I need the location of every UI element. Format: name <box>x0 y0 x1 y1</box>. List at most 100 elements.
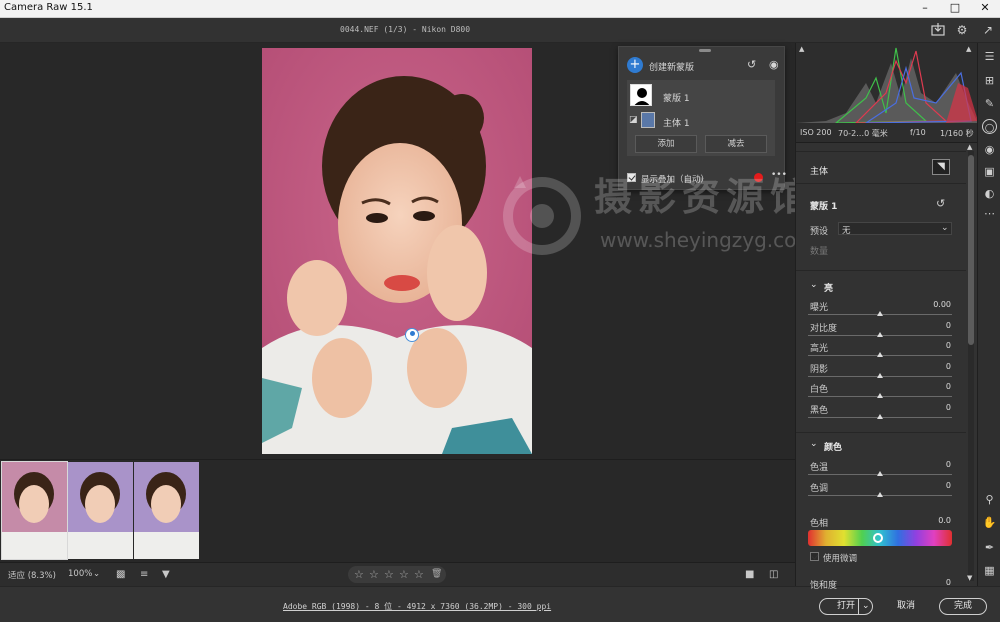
slider-track[interactable] <box>808 491 952 497</box>
slider-knob[interactable] <box>877 393 883 398</box>
filmstrip-view-icon[interactable]: ▩ <box>116 569 125 580</box>
scroll-down-icon[interactable]: ▼ <box>967 574 972 582</box>
hue-slider[interactable] <box>808 530 952 546</box>
zoom-icon[interactable]: ⚲ <box>982 492 997 507</box>
slider-value[interactable]: 0 <box>921 481 951 492</box>
layers-icon[interactable]: ▣ <box>982 164 997 179</box>
film-thumbnail-1[interactable] <box>1 461 68 560</box>
single-view-icon[interactable]: ■ <box>745 569 754 580</box>
color-section-title[interactable]: 颜色 <box>824 440 842 453</box>
minimize-button[interactable]: – <box>910 0 940 18</box>
slider-knob[interactable] <box>877 352 883 357</box>
slider-knob[interactable] <box>877 491 883 497</box>
scrollbar-thumb[interactable] <box>968 155 974 345</box>
save-icon[interactable] <box>930 22 946 38</box>
hue-label: 色相 <box>810 519 829 529</box>
maximize-button[interactable]: □ <box>940 0 970 18</box>
slider-value[interactable]: 0 <box>921 321 951 332</box>
reset-icon[interactable]: ↺ <box>936 197 945 210</box>
slider-knob[interactable] <box>877 372 883 378</box>
slider-value[interactable]: 0 <box>921 341 951 352</box>
light-section-title[interactable]: 亮 <box>824 281 833 294</box>
filter-icon[interactable]: ▼ <box>162 569 170 580</box>
workflow-options-link[interactable]: Adobe RGB (1998) - 8 位 - 4912 x 7360 (36… <box>283 601 551 612</box>
saturation-value[interactable]: 0 <box>921 578 951 589</box>
trash-icon[interactable]: 🗑 <box>431 569 442 579</box>
slider-track[interactable] <box>808 413 952 419</box>
eyedropper-icon[interactable]: ✒ <box>982 540 997 555</box>
slider-track[interactable] <box>808 372 952 378</box>
subtract-button[interactable]: 减去 <box>705 135 767 153</box>
overlay-checkbox[interactable] <box>627 173 636 182</box>
slider-track[interactable] <box>808 393 952 398</box>
highlight-clip-icon[interactable]: ▲ <box>966 45 971 53</box>
add-button[interactable]: 添加 <box>635 135 697 153</box>
drag-handle[interactable] <box>699 49 711 52</box>
slider-track[interactable] <box>808 352 952 357</box>
more-icon[interactable]: ⋯ <box>982 206 997 221</box>
slider-track[interactable] <box>808 471 952 476</box>
close-button[interactable]: ✕ <box>970 0 1000 18</box>
mask-item-label[interactable]: 蒙版 1 <box>663 91 690 104</box>
cancel-button[interactable]: 取消 <box>884 598 928 615</box>
chevron-down-icon[interactable]: ⌄ <box>810 439 818 449</box>
create-mask-label[interactable]: 创建新蒙版 <box>649 60 694 73</box>
slider-value[interactable]: 0 <box>921 460 951 471</box>
grid-icon[interactable]: ▦ <box>982 563 997 578</box>
hand-icon[interactable]: ✋ <box>982 515 997 530</box>
gear-icon[interactable]: ⚙ <box>954 22 970 38</box>
compare-view-icon[interactable]: ◫ <box>769 569 778 580</box>
chevron-down-icon[interactable]: ⌄ <box>862 599 870 614</box>
scroll-up-icon[interactable]: ▲ <box>967 143 972 151</box>
preset-select[interactable]: 无 ⌄ <box>838 222 952 236</box>
star-icon[interactable]: ☆ <box>399 568 409 581</box>
expand-icon[interactable]: ↗ <box>980 22 996 38</box>
redeye-icon[interactable]: ◉ <box>982 142 997 157</box>
fine-tune-checkbox[interactable] <box>810 552 819 561</box>
main-photo[interactable] <box>262 48 532 454</box>
slider-knob[interactable] <box>877 311 883 316</box>
done-button[interactable]: 完成 <box>939 598 987 615</box>
slider-label: 黑色 <box>810 405 829 416</box>
slider-value[interactable]: 0 <box>921 382 951 393</box>
chevron-down-icon[interactable]: ⌄ <box>93 569 100 579</box>
film-thumbnail-2[interactable] <box>68 462 133 559</box>
mask-icon[interactable]: ○ <box>982 119 997 134</box>
slider-track[interactable] <box>808 311 952 316</box>
overlay-color-swatch[interactable] <box>754 173 763 182</box>
mask-thumbnail[interactable] <box>630 84 652 106</box>
slider-knob[interactable] <box>877 331 883 337</box>
star-icon[interactable]: ☆ <box>369 568 379 581</box>
fit-zoom-button[interactable]: 适应 (8.3%) <box>8 569 56 581</box>
slider-value[interactable]: 0 <box>921 403 951 414</box>
edit-sliders-icon[interactable]: ☰ <box>982 49 997 64</box>
star-icon[interactable]: ☆ <box>354 568 364 581</box>
eye-icon[interactable]: ◉ <box>769 58 779 71</box>
slider-value[interactable]: 0 <box>921 362 951 373</box>
hue-value[interactable]: 0.0 <box>921 516 951 527</box>
subject-item-label[interactable]: 主体 1 <box>663 116 690 129</box>
brush-icon[interactable]: ✎ <box>982 96 997 111</box>
shadow-clip-icon[interactable]: ▲ <box>799 45 804 53</box>
slider-track[interactable] <box>808 331 952 337</box>
more-icon[interactable]: ••• <box>771 170 787 180</box>
reset-icon[interactable]: ↺ <box>747 58 756 71</box>
invert-icon[interactable]: ◪ <box>629 115 638 125</box>
chevron-down-icon[interactable]: ⌄ <box>810 280 818 290</box>
star-icon[interactable]: ☆ <box>414 568 424 581</box>
star-icon[interactable]: ☆ <box>384 568 394 581</box>
crop-icon[interactable]: ⊞ <box>982 73 997 88</box>
slider-knob[interactable] <box>877 413 883 419</box>
hue-knob[interactable] <box>873 533 883 543</box>
mask-preview-icon[interactable]: ◥ <box>932 159 950 175</box>
presets-icon[interactable]: ◐ <box>982 186 997 201</box>
mask-pin-icon[interactable] <box>405 328 419 342</box>
sort-icon[interactable]: ≡ <box>140 569 148 580</box>
zoom-level-select[interactable]: 100% <box>68 569 92 579</box>
open-button[interactable]: 打开 ⌄ <box>819 598 873 615</box>
create-mask-button[interactable]: + <box>627 57 643 73</box>
slider-value[interactable]: 0.00 <box>921 300 951 311</box>
film-thumbnail-3[interactable] <box>134 462 199 559</box>
slider-knob[interactable] <box>877 471 883 476</box>
subject-icon[interactable] <box>641 112 655 128</box>
